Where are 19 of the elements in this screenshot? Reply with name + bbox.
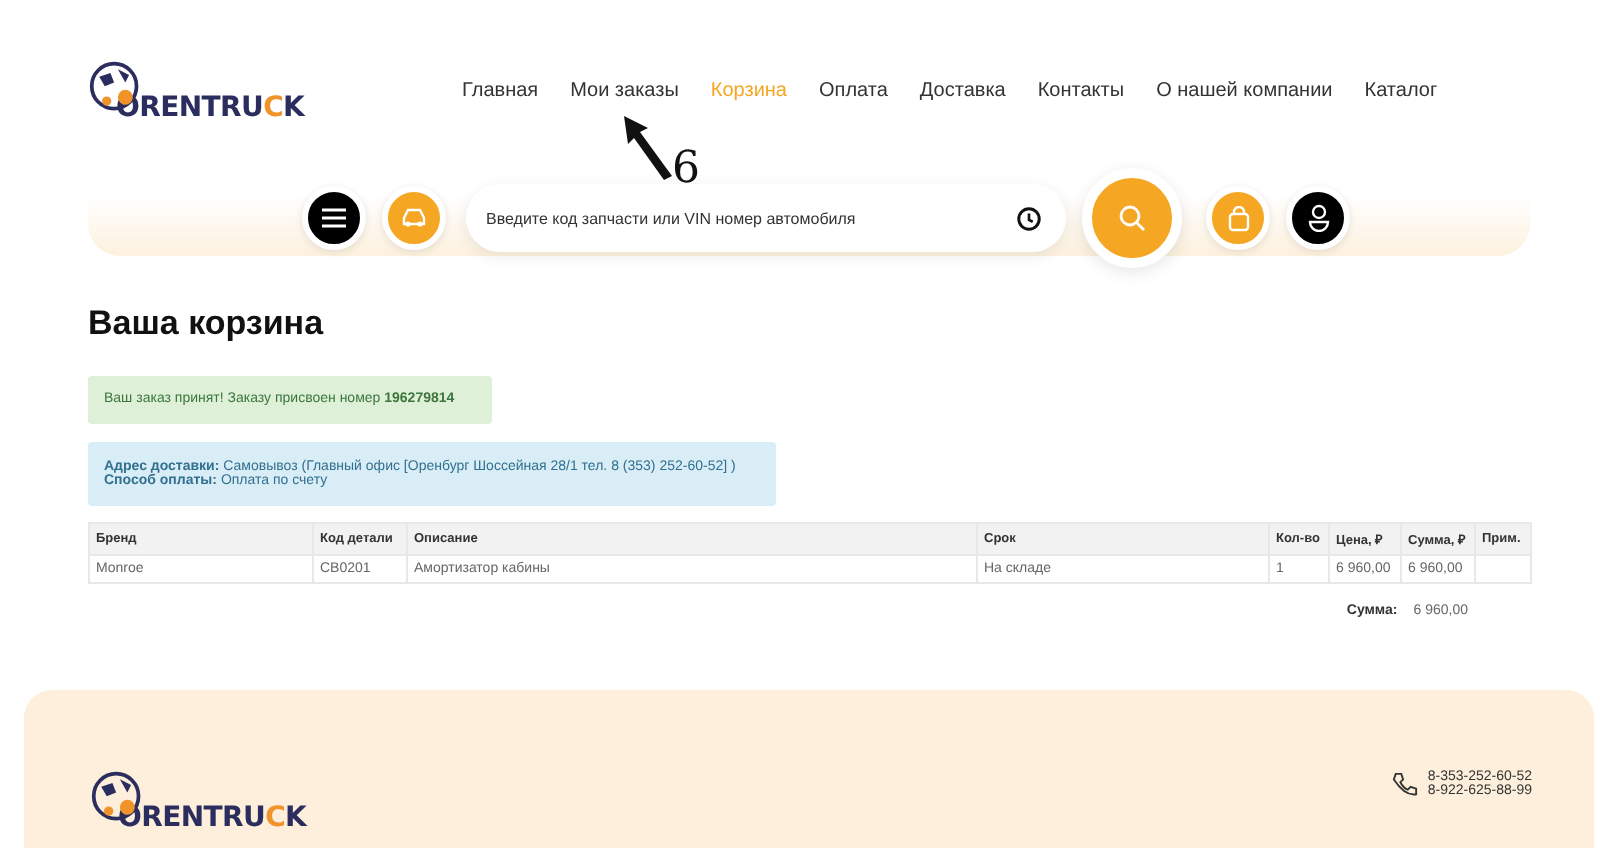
phone-icon: [1391, 771, 1418, 797]
car-icon: [400, 208, 428, 228]
menu-button[interactable]: [302, 186, 366, 250]
nav-link[interactable]: Контакты: [1037, 79, 1125, 101]
nav-link[interactable]: Каталог: [1364, 79, 1438, 101]
search-field[interactable]: Введите код запчасти или VIN номер автомобиля: [466, 184, 1066, 252]
nav-link[interactable]: Доставка: [919, 79, 1006, 101]
nav-link[interactable]: Оплата: [819, 79, 888, 101]
user-icon: [1307, 204, 1329, 232]
annotation-arrow: [620, 112, 676, 184]
nav-link[interactable]: О нашей компании: [1156, 79, 1333, 101]
nav-link[interactable]: Мои заказы: [570, 79, 679, 101]
page-title: Ваша корзина: [88, 304, 326, 344]
account-button[interactable]: [1286, 186, 1350, 250]
bag-icon: [1227, 205, 1249, 231]
history-icon[interactable]: [1016, 206, 1042, 232]
nav-link[interactable]: Главная: [462, 79, 539, 101]
search-icon: [1118, 204, 1146, 232]
menu-icon: [322, 208, 346, 228]
